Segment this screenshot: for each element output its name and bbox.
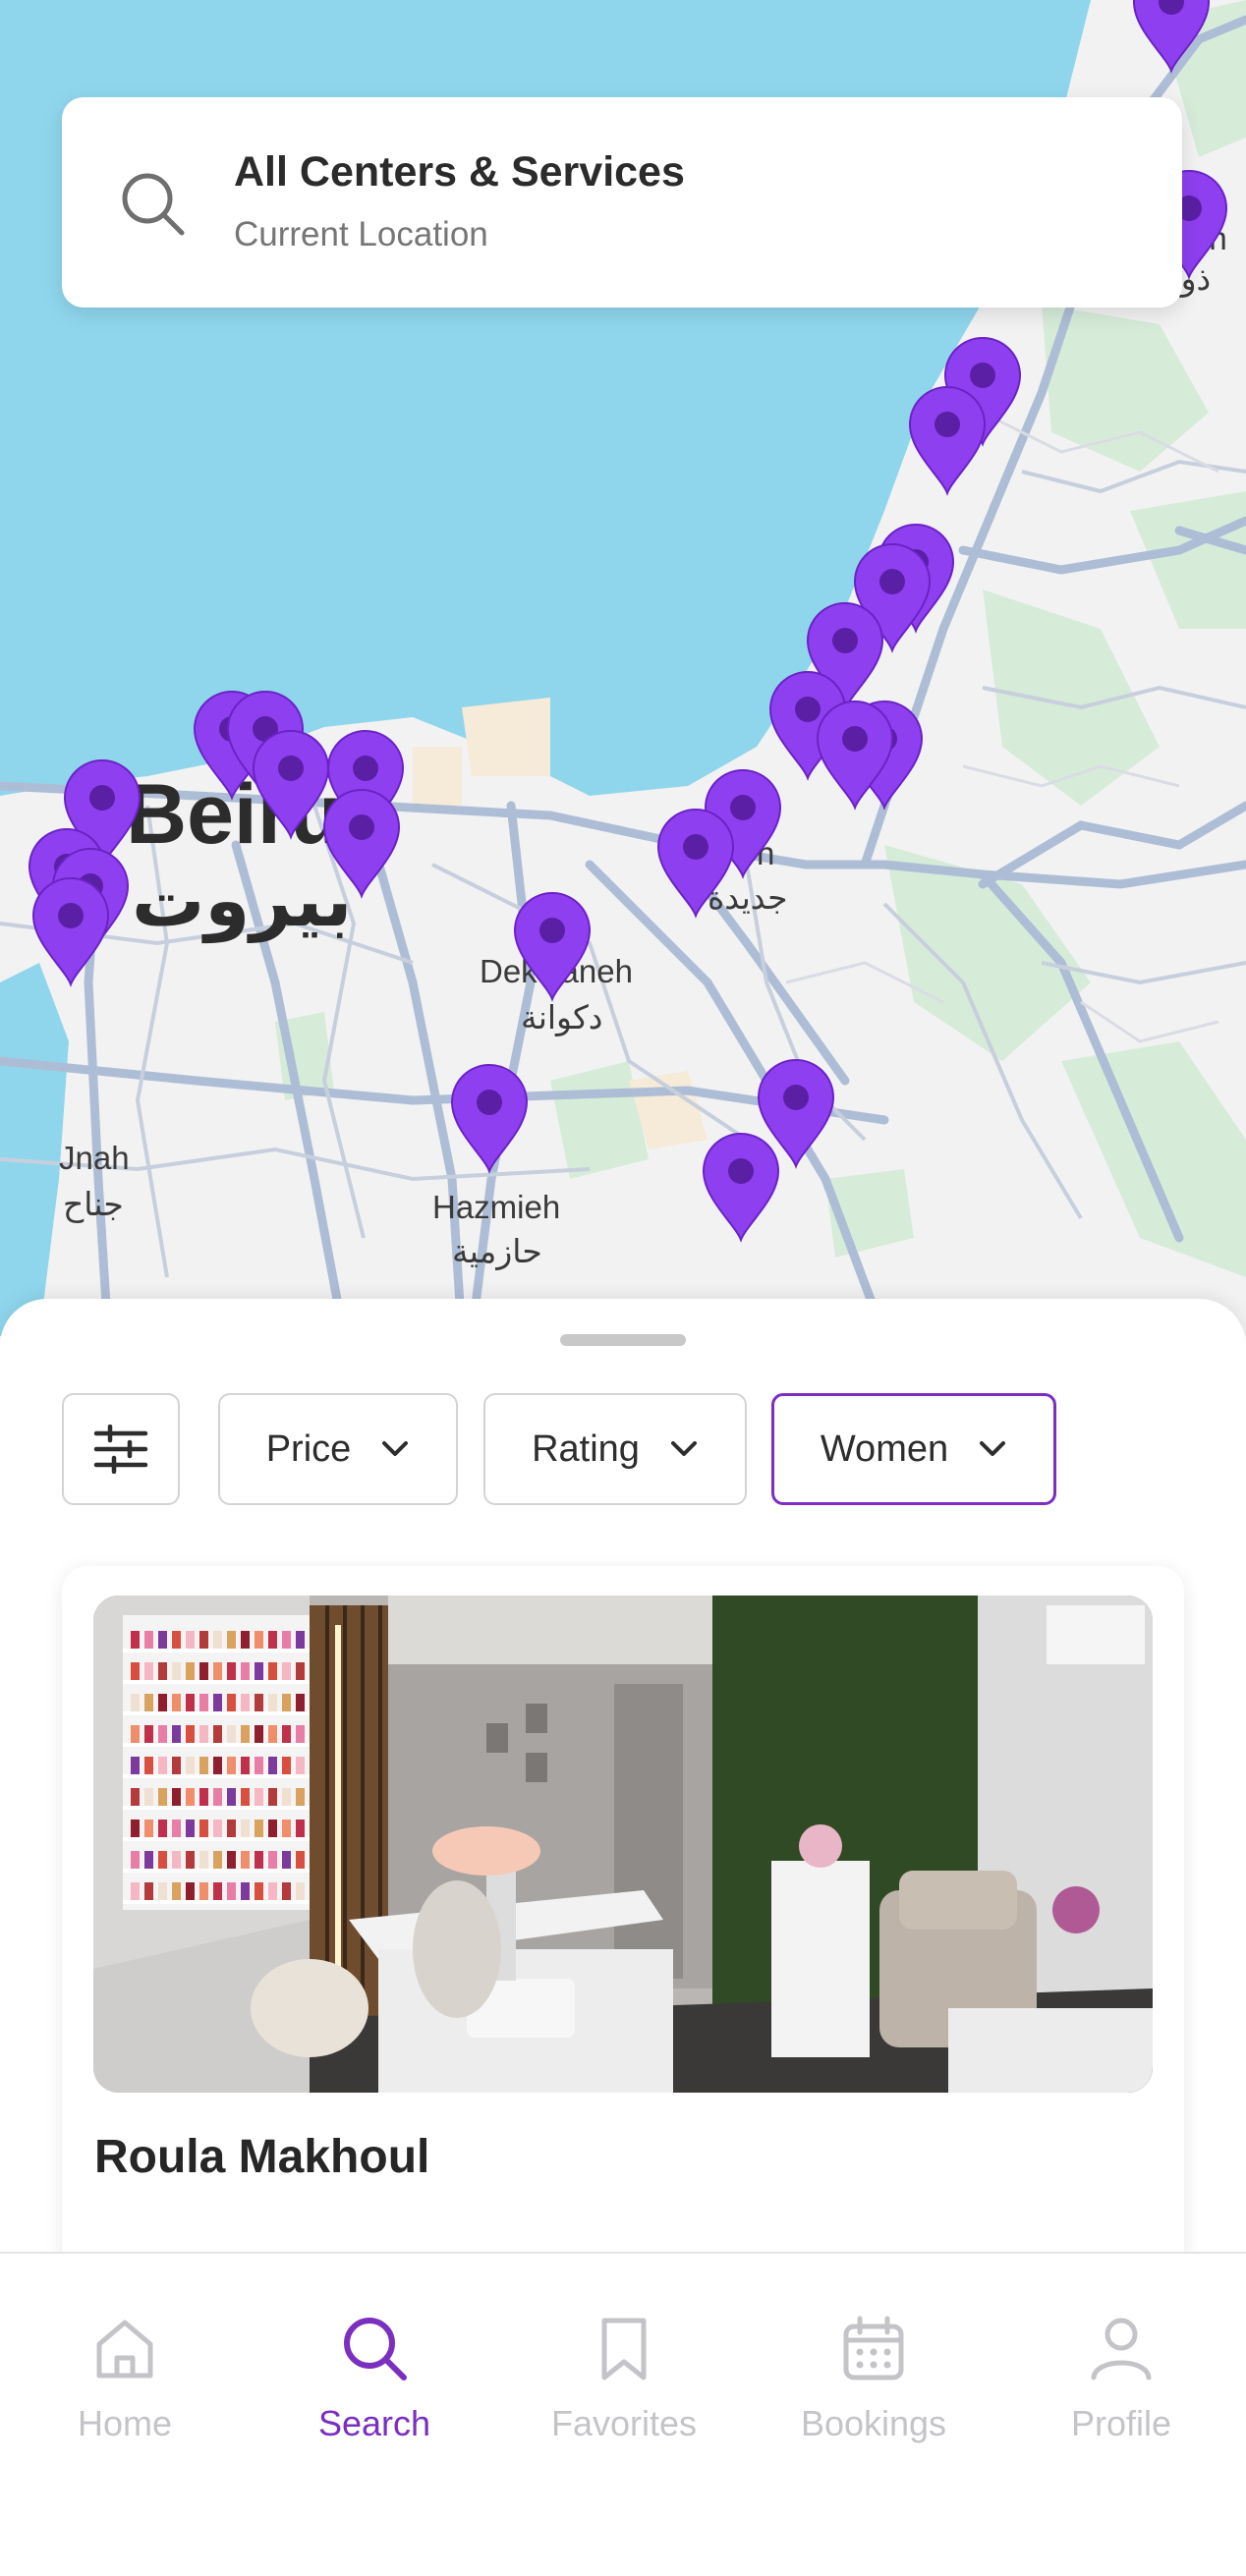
chevron-down-icon	[382, 1441, 409, 1456]
tab-profile[interactable]: Profile	[996, 2254, 1246, 2470]
location-pin[interactable]	[654, 806, 737, 920]
gender-filter-dropdown[interactable]: Women	[771, 1393, 1056, 1505]
salon-interior-image	[93, 1596, 1153, 2093]
tab-favorites-label: Favorites	[550, 2403, 698, 2443]
home-icon	[96, 2320, 153, 2379]
tab-bookings[interactable]: Bookings	[749, 2254, 998, 2470]
tab-profile-label: Profile	[1070, 2403, 1172, 2443]
center-name: Roula Makhoul	[94, 2131, 430, 2183]
tab-favorites[interactable]: Favorites	[499, 2254, 749, 2470]
location-pin[interactable]	[814, 698, 896, 812]
map-label-jnah-ar: جناح	[63, 1185, 124, 1223]
search-location: Current Location	[234, 215, 488, 253]
map-label-beirut-ar: بيروت	[132, 859, 353, 943]
price-filter-dropdown[interactable]: Price	[218, 1393, 458, 1505]
bookmark-icon	[601, 2318, 647, 2380]
location-pin[interactable]	[700, 1130, 782, 1244]
chevron-down-icon	[980, 1441, 1006, 1456]
location-pin[interactable]	[1130, 0, 1213, 75]
price-filter-label: Price	[265, 1428, 352, 1470]
rating-filter-dropdown[interactable]: Rating	[483, 1393, 747, 1505]
filter-settings-button[interactable]	[62, 1393, 180, 1505]
map-label-dekwaneh-ar: دكوانة	[521, 998, 603, 1036]
rating-filter-label: Rating	[532, 1428, 640, 1470]
sliders-icon	[93, 1425, 148, 1474]
calendar-icon	[843, 2316, 904, 2380]
tab-home[interactable]: Home	[0, 2254, 250, 2470]
map-label-jnah: Jnah	[59, 1140, 130, 1176]
map-label-hazmieh: Hazmieh	[432, 1189, 561, 1225]
gender-filter-label: Women	[820, 1428, 949, 1470]
center-photo[interactable]	[93, 1596, 1153, 2093]
map-label-hazmieh-ar: حازمية	[452, 1232, 542, 1270]
profile-icon	[1091, 2318, 1152, 2380]
search-bar[interactable]: All Centers & Services Current Location	[62, 97, 1182, 308]
location-pin[interactable]	[29, 874, 112, 988]
tab-search[interactable]: Search	[250, 2254, 499, 2470]
sheet-drag-handle[interactable]	[560, 1334, 686, 1346]
location-pin[interactable]	[320, 786, 403, 900]
location-pin[interactable]	[906, 383, 989, 497]
tab-home-label: Home	[77, 2403, 173, 2443]
search-icon	[344, 2318, 407, 2380]
search-icon	[122, 173, 185, 236]
chevron-down-icon	[670, 1441, 697, 1456]
location-pin[interactable]	[448, 1061, 531, 1175]
tab-search-label: Search	[317, 2403, 431, 2443]
location-pin[interactable]	[511, 889, 594, 1003]
search-title: All Centers & Services	[234, 148, 685, 196]
tab-bookings-label: Bookings	[800, 2403, 947, 2443]
bottom-tab-bar: Home Search Favorites Bookings Profile	[0, 2252, 1246, 2576]
